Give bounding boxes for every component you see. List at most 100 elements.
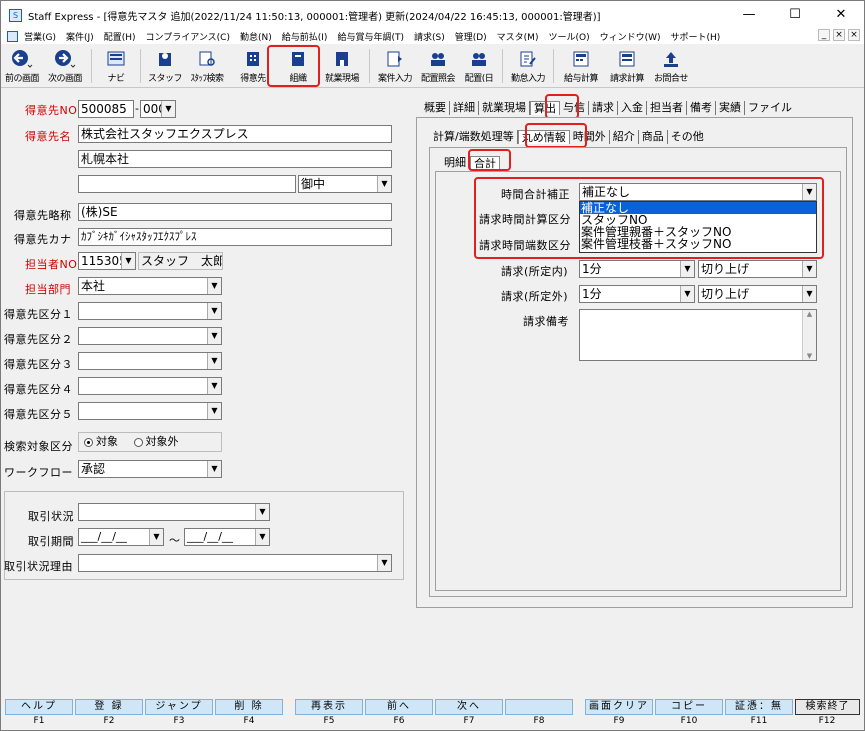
case-input-button[interactable]: 案件入力 (374, 45, 416, 87)
menu-haichi[interactable]: 配置(H) (104, 30, 136, 43)
tab-other[interactable]: その他 (668, 130, 707, 144)
close-button[interactable]: ✕ (818, 1, 864, 29)
tab-round-info[interactable]: 丸め情報 (517, 130, 570, 144)
option-case-branch-staff[interactable]: 案件管理枝番＋スタッフNO (580, 238, 816, 250)
org-button[interactable]: 組織 (277, 45, 319, 87)
maximize-button[interactable]: ☐ (772, 1, 818, 29)
scrollbar[interactable]: ▲ ▼ (802, 310, 816, 360)
menu-window[interactable]: ウィンドウ(W) (600, 30, 661, 43)
scroll-down-icon[interactable]: ▼ (803, 352, 816, 360)
rep-no-select[interactable]: 115305 ▼ (78, 252, 136, 270)
f8-blank-button[interactable] (505, 699, 573, 715)
client-name2-input[interactable]: 札幌本社 (78, 150, 392, 168)
tab-results[interactable]: 実績 (716, 101, 745, 115)
app-icon: S (9, 8, 22, 22)
deal-reason-select[interactable]: ▼ (78, 554, 392, 572)
honorific-select[interactable]: 御中 ▼ (298, 175, 392, 193)
inquiry-button[interactable]: お問合せ (650, 45, 692, 87)
assign-day-button[interactable]: 配置(日 (460, 45, 498, 87)
mdi-minimize-button[interactable]: _ (818, 29, 830, 41)
menu-master[interactable]: マスタ(M) (497, 30, 539, 43)
workflow-select[interactable]: 承認 ▼ (78, 460, 222, 478)
tab-detail[interactable]: 詳細 (450, 101, 479, 115)
kana-input[interactable]: ｶﾌﾞｼｷｶﾞｲｼｬｽﾀｯﾌｴｸｽﾌﾟﾚｽ (78, 228, 392, 246)
next-screen-button[interactable]: 次の画面 (43, 45, 87, 87)
menu-support[interactable]: サポート(H) (671, 30, 721, 43)
deal-period-end[interactable]: ___/__/__ ▼ (184, 528, 270, 546)
short-name-input[interactable]: (株)SE (78, 203, 392, 221)
app-icon-small[interactable] (7, 31, 18, 42)
mdi-restore-button[interactable]: × (833, 29, 845, 41)
bill-regular-round-select[interactable]: 切り上げ ▼ (698, 260, 817, 278)
menu-kintai[interactable]: 勤怠(N) (240, 30, 272, 43)
deal-status-select[interactable]: ▼ (78, 503, 270, 521)
tab-calc[interactable]: 算出 (530, 101, 560, 115)
category1-select[interactable]: ▼ (78, 302, 222, 320)
attendance-button[interactable]: 勤怠入力 (507, 45, 549, 87)
f6-prev-button[interactable]: 前へ (365, 699, 433, 715)
f4-delete-button[interactable]: 削 除 (215, 699, 283, 715)
tab-overview[interactable]: 概要 (421, 101, 450, 115)
time-total-select[interactable]: 補正なし ▼ (579, 183, 817, 201)
menu-maebarai[interactable]: 給与前払(I) (282, 30, 328, 43)
bill-overtime-round-select[interactable]: 切り上げ ▼ (698, 285, 817, 303)
menu-kanri[interactable]: 管理(D) (455, 30, 487, 43)
f3-label: F3 (173, 716, 185, 726)
bill-regular-unit-select[interactable]: 1分 ▼ (579, 260, 695, 278)
tab-total[interactable]: 合計 (470, 156, 500, 170)
navi-button[interactable]: ナビ (96, 45, 136, 87)
category2-select[interactable]: ▼ (78, 327, 222, 345)
f11-evidence-button[interactable]: 証憑：無 (725, 699, 793, 715)
f7-next-button[interactable]: 次へ (435, 699, 503, 715)
f9-clear-button[interactable]: 画面クリア (585, 699, 653, 715)
category5-select[interactable]: ▼ (78, 402, 222, 420)
staff-search-button[interactable]: ｽﾀｯﾌ検索 (185, 45, 229, 87)
menu-seikyu[interactable]: 請求(S) (414, 30, 445, 43)
client-no-input[interactable]: 500085 (78, 100, 134, 118)
assign-query-button[interactable]: 配置照会 (416, 45, 460, 87)
scroll-up-icon[interactable]: ▲ (803, 310, 816, 318)
category3-select[interactable]: ▼ (78, 352, 222, 370)
radio-target[interactable]: 対象 (84, 435, 118, 448)
bill-note-textarea[interactable]: ▲ ▼ (579, 309, 817, 361)
tab-overtime[interactable]: 時間外 (570, 130, 610, 144)
dept-select[interactable]: 本社 ▼ (78, 277, 222, 295)
tab-credit[interactable]: 与信 (560, 101, 589, 115)
menu-kyuyo[interactable]: 給与賞与年調(T) (337, 30, 404, 43)
f5-refresh-button[interactable]: 再表示 (295, 699, 363, 715)
f12-search-end-button[interactable]: 検索終了 (795, 699, 860, 715)
tab-billing[interactable]: 請求 (589, 101, 618, 115)
client-name-input[interactable]: 株式会社スタッフエクスプレス (78, 125, 392, 143)
f10-copy-button[interactable]: コピー (655, 699, 723, 715)
site-button[interactable]: 就業現場 (319, 45, 365, 87)
client-name3-input[interactable] (78, 175, 296, 193)
mdi-close-button[interactable]: × (848, 29, 860, 41)
client-button[interactable]: 得意先 (229, 45, 277, 87)
payroll-button[interactable]: 給与計算 (558, 45, 604, 87)
tab-product[interactable]: 商品 (639, 130, 668, 144)
prev-screen-button[interactable]: 前の画面 (1, 45, 43, 87)
tab-intro[interactable]: 紹介 (610, 130, 639, 144)
category4-select[interactable]: ▼ (78, 377, 222, 395)
minimize-button[interactable]: — (726, 1, 772, 29)
menu-compliance[interactable]: コンプライアンス(C) (145, 30, 230, 43)
client-sub-select[interactable]: 000 ▼ (140, 100, 176, 118)
tab-payment[interactable]: 入金 (618, 101, 647, 115)
tab-detail-lines[interactable]: 明細 (441, 156, 470, 170)
menu-tool[interactable]: ツール(O) (548, 30, 589, 43)
f3-jump-button[interactable]: ジャンプ (145, 699, 213, 715)
menu-anken[interactable]: 案件(J) (66, 30, 94, 43)
staff-button[interactable]: スタッフ (145, 45, 185, 87)
tab-files[interactable]: ファイル (745, 101, 795, 115)
radio-not-target[interactable]: 対象外 (133, 435, 179, 448)
billing-button[interactable]: 請求計算 (604, 45, 650, 87)
tab-site[interactable]: 就業現場 (479, 101, 530, 115)
tab-calc-rounding[interactable]: 計算/端数処理等 (430, 130, 518, 144)
f1-help-button[interactable]: ヘルプ (5, 699, 73, 715)
deal-period-start[interactable]: ___/__/__ ▼ (78, 528, 164, 546)
menu-eigyo[interactable]: 営業(G) (24, 30, 56, 43)
bill-overtime-unit-select[interactable]: 1分 ▼ (579, 285, 695, 303)
tab-notes[interactable]: 備考 (687, 101, 716, 115)
tab-rep[interactable]: 担当者 (647, 101, 687, 115)
f2-register-button[interactable]: 登 録 (75, 699, 143, 715)
